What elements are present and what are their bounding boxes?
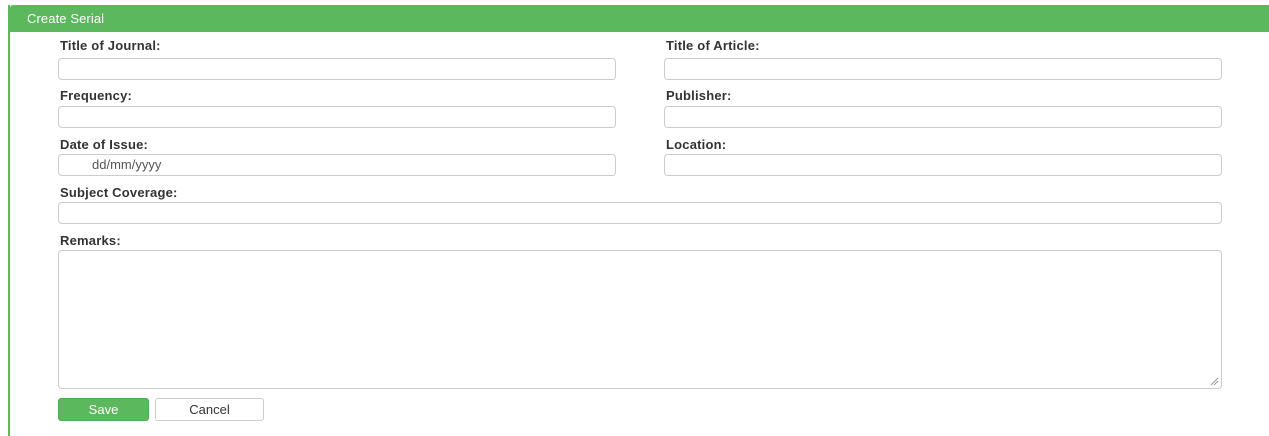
date-of-issue-input[interactable]: dd/mm/yyyy [58, 154, 616, 176]
title-of-journal-input[interactable] [58, 58, 616, 80]
cancel-button[interactable]: Cancel [155, 398, 264, 421]
panel-header: Create Serial [10, 5, 1269, 32]
title-of-journal-label: Title of Journal: [60, 38, 161, 53]
date-of-issue-label: Date of Issue: [60, 137, 149, 152]
frequency-label: Frequency: [60, 88, 133, 103]
save-button[interactable]: Save [58, 398, 149, 421]
publisher-label: Publisher: [666, 88, 732, 103]
subject-coverage-label: Subject Coverage: [60, 185, 178, 200]
remarks-label: Remarks: [60, 233, 121, 248]
resize-grip-icon[interactable] [1210, 377, 1219, 386]
frequency-input[interactable] [58, 106, 616, 128]
title-of-article-label: Title of Article: [666, 38, 760, 53]
remarks-textarea[interactable] [58, 250, 1222, 389]
subject-coverage-input[interactable] [58, 202, 1222, 224]
location-label: Location: [666, 137, 727, 152]
panel-title: Create Serial [27, 11, 105, 26]
publisher-input[interactable] [664, 106, 1222, 128]
location-input[interactable] [664, 154, 1222, 176]
title-of-article-input[interactable] [664, 58, 1222, 80]
